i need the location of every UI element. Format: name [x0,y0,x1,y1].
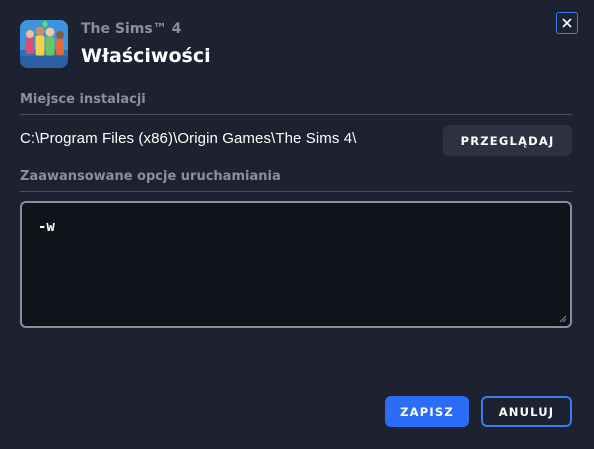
dialog-title: Właściwości [81,44,211,67]
the-sims-4-game-icon [20,20,68,68]
install-location-divider [20,114,572,115]
cancel-button[interactable]: ANULUJ [481,396,572,427]
header-titles: The Sims™ 4 Właściwości [81,21,211,68]
game-name: The Sims™ 4 [81,20,182,37]
save-button[interactable]: ZAPISZ [385,396,469,427]
launch-options-divider [20,191,572,192]
resize-grip-icon[interactable] [559,315,567,323]
dialog-header: The Sims™ 4 Właściwości [20,20,211,68]
browse-button[interactable]: PRZEGLĄDAJ [443,125,572,156]
launch-options-value: -w [38,219,55,235]
properties-dialog: The Sims™ 4 Właściwości Miejsce instalac… [0,0,594,449]
close-button[interactable] [556,12,578,34]
install-path: C:\Program Files (x86)\Origin Games\The … [20,130,357,147]
launch-options-label: Zaawansowane opcje uruchamiania [20,169,281,184]
launch-options-textarea[interactable]: -w [20,201,572,328]
install-location-label: Miejsce instalacji [20,92,146,107]
close-icon [562,18,572,28]
